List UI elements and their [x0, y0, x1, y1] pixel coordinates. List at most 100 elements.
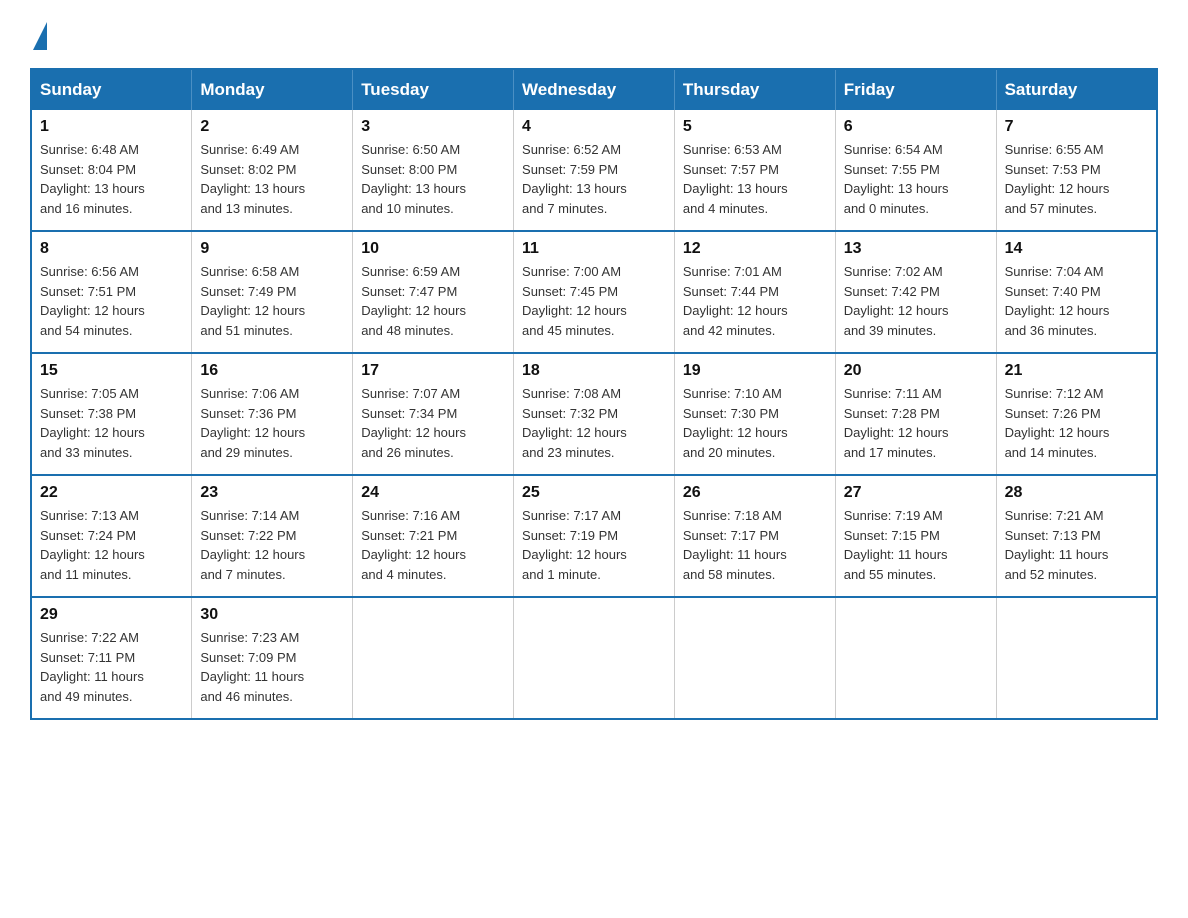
day-info: Sunrise: 7:00 AMSunset: 7:45 PMDaylight:… — [522, 262, 666, 340]
day-info: Sunrise: 7:07 AMSunset: 7:34 PMDaylight:… — [361, 384, 505, 462]
day-number: 15 — [40, 362, 183, 380]
calendar-cell: 27 Sunrise: 7:19 AMSunset: 7:15 PMDaylig… — [835, 475, 996, 597]
day-number: 10 — [361, 240, 505, 258]
calendar-cell: 24 Sunrise: 7:16 AMSunset: 7:21 PMDaylig… — [353, 475, 514, 597]
day-number: 27 — [844, 484, 988, 502]
day-info: Sunrise: 6:53 AMSunset: 7:57 PMDaylight:… — [683, 140, 827, 218]
calendar-cell: 13 Sunrise: 7:02 AMSunset: 7:42 PMDaylig… — [835, 231, 996, 353]
day-info: Sunrise: 6:58 AMSunset: 7:49 PMDaylight:… — [200, 262, 344, 340]
day-number: 14 — [1005, 240, 1148, 258]
calendar-cell: 3 Sunrise: 6:50 AMSunset: 8:00 PMDayligh… — [353, 110, 514, 231]
day-info: Sunrise: 7:14 AMSunset: 7:22 PMDaylight:… — [200, 506, 344, 584]
day-info: Sunrise: 7:13 AMSunset: 7:24 PMDaylight:… — [40, 506, 183, 584]
day-number: 2 — [200, 118, 344, 136]
day-info: Sunrise: 7:01 AMSunset: 7:44 PMDaylight:… — [683, 262, 827, 340]
calendar-cell: 20 Sunrise: 7:11 AMSunset: 7:28 PMDaylig… — [835, 353, 996, 475]
calendar-cell: 10 Sunrise: 6:59 AMSunset: 7:47 PMDaylig… — [353, 231, 514, 353]
day-number: 20 — [844, 362, 988, 380]
calendar-cell — [835, 597, 996, 719]
day-number: 29 — [40, 606, 183, 624]
day-info: Sunrise: 6:54 AMSunset: 7:55 PMDaylight:… — [844, 140, 988, 218]
day-of-week-header: Saturday — [996, 69, 1157, 110]
day-info: Sunrise: 7:22 AMSunset: 7:11 PMDaylight:… — [40, 628, 183, 706]
calendar-cell: 25 Sunrise: 7:17 AMSunset: 7:19 PMDaylig… — [514, 475, 675, 597]
calendar-cell: 19 Sunrise: 7:10 AMSunset: 7:30 PMDaylig… — [674, 353, 835, 475]
calendar-week-row: 22 Sunrise: 7:13 AMSunset: 7:24 PMDaylig… — [31, 475, 1157, 597]
day-info: Sunrise: 7:12 AMSunset: 7:26 PMDaylight:… — [1005, 384, 1148, 462]
calendar-cell: 26 Sunrise: 7:18 AMSunset: 7:17 PMDaylig… — [674, 475, 835, 597]
day-number: 8 — [40, 240, 183, 258]
calendar-cell: 9 Sunrise: 6:58 AMSunset: 7:49 PMDayligh… — [192, 231, 353, 353]
day-number: 16 — [200, 362, 344, 380]
day-number: 5 — [683, 118, 827, 136]
day-number: 25 — [522, 484, 666, 502]
day-number: 17 — [361, 362, 505, 380]
day-of-week-header: Thursday — [674, 69, 835, 110]
calendar-cell: 22 Sunrise: 7:13 AMSunset: 7:24 PMDaylig… — [31, 475, 192, 597]
day-info: Sunrise: 6:50 AMSunset: 8:00 PMDaylight:… — [361, 140, 505, 218]
day-info: Sunrise: 7:19 AMSunset: 7:15 PMDaylight:… — [844, 506, 988, 584]
day-of-week-header: Wednesday — [514, 69, 675, 110]
day-info: Sunrise: 7:23 AMSunset: 7:09 PMDaylight:… — [200, 628, 344, 706]
day-number: 9 — [200, 240, 344, 258]
calendar-week-row: 15 Sunrise: 7:05 AMSunset: 7:38 PMDaylig… — [31, 353, 1157, 475]
day-number: 4 — [522, 118, 666, 136]
calendar-cell: 7 Sunrise: 6:55 AMSunset: 7:53 PMDayligh… — [996, 110, 1157, 231]
logo — [30, 20, 47, 50]
day-info: Sunrise: 6:52 AMSunset: 7:59 PMDaylight:… — [522, 140, 666, 218]
calendar-cell — [674, 597, 835, 719]
calendar-cell: 30 Sunrise: 7:23 AMSunset: 7:09 PMDaylig… — [192, 597, 353, 719]
calendar-cell: 12 Sunrise: 7:01 AMSunset: 7:44 PMDaylig… — [674, 231, 835, 353]
day-info: Sunrise: 7:05 AMSunset: 7:38 PMDaylight:… — [40, 384, 183, 462]
calendar-week-row: 29 Sunrise: 7:22 AMSunset: 7:11 PMDaylig… — [31, 597, 1157, 719]
calendar-cell — [353, 597, 514, 719]
calendar-cell: 8 Sunrise: 6:56 AMSunset: 7:51 PMDayligh… — [31, 231, 192, 353]
day-info: Sunrise: 7:18 AMSunset: 7:17 PMDaylight:… — [683, 506, 827, 584]
day-number: 13 — [844, 240, 988, 258]
day-info: Sunrise: 6:55 AMSunset: 7:53 PMDaylight:… — [1005, 140, 1148, 218]
day-number: 12 — [683, 240, 827, 258]
day-number: 7 — [1005, 118, 1148, 136]
page-header — [30, 20, 1158, 50]
day-info: Sunrise: 7:10 AMSunset: 7:30 PMDaylight:… — [683, 384, 827, 462]
day-info: Sunrise: 7:16 AMSunset: 7:21 PMDaylight:… — [361, 506, 505, 584]
calendar-cell: 23 Sunrise: 7:14 AMSunset: 7:22 PMDaylig… — [192, 475, 353, 597]
calendar-cell: 17 Sunrise: 7:07 AMSunset: 7:34 PMDaylig… — [353, 353, 514, 475]
calendar-cell: 5 Sunrise: 6:53 AMSunset: 7:57 PMDayligh… — [674, 110, 835, 231]
calendar-cell: 21 Sunrise: 7:12 AMSunset: 7:26 PMDaylig… — [996, 353, 1157, 475]
calendar-cell: 14 Sunrise: 7:04 AMSunset: 7:40 PMDaylig… — [996, 231, 1157, 353]
calendar-cell: 1 Sunrise: 6:48 AMSunset: 8:04 PMDayligh… — [31, 110, 192, 231]
calendar-week-row: 1 Sunrise: 6:48 AMSunset: 8:04 PMDayligh… — [31, 110, 1157, 231]
day-info: Sunrise: 6:48 AMSunset: 8:04 PMDaylight:… — [40, 140, 183, 218]
calendar-cell — [514, 597, 675, 719]
calendar-cell: 2 Sunrise: 6:49 AMSunset: 8:02 PMDayligh… — [192, 110, 353, 231]
day-info: Sunrise: 7:06 AMSunset: 7:36 PMDaylight:… — [200, 384, 344, 462]
day-number: 23 — [200, 484, 344, 502]
day-of-week-header: Sunday — [31, 69, 192, 110]
day-number: 6 — [844, 118, 988, 136]
calendar-cell: 11 Sunrise: 7:00 AMSunset: 7:45 PMDaylig… — [514, 231, 675, 353]
day-number: 19 — [683, 362, 827, 380]
day-number: 11 — [522, 240, 666, 258]
calendar-header-row: SundayMondayTuesdayWednesdayThursdayFrid… — [31, 69, 1157, 110]
day-info: Sunrise: 6:49 AMSunset: 8:02 PMDaylight:… — [200, 140, 344, 218]
day-info: Sunrise: 7:08 AMSunset: 7:32 PMDaylight:… — [522, 384, 666, 462]
day-number: 1 — [40, 118, 183, 136]
day-of-week-header: Monday — [192, 69, 353, 110]
day-info: Sunrise: 7:21 AMSunset: 7:13 PMDaylight:… — [1005, 506, 1148, 584]
day-number: 28 — [1005, 484, 1148, 502]
day-info: Sunrise: 7:04 AMSunset: 7:40 PMDaylight:… — [1005, 262, 1148, 340]
calendar-week-row: 8 Sunrise: 6:56 AMSunset: 7:51 PMDayligh… — [31, 231, 1157, 353]
day-of-week-header: Tuesday — [353, 69, 514, 110]
calendar-cell: 6 Sunrise: 6:54 AMSunset: 7:55 PMDayligh… — [835, 110, 996, 231]
day-number: 30 — [200, 606, 344, 624]
day-number: 22 — [40, 484, 183, 502]
day-info: Sunrise: 7:17 AMSunset: 7:19 PMDaylight:… — [522, 506, 666, 584]
day-info: Sunrise: 7:02 AMSunset: 7:42 PMDaylight:… — [844, 262, 988, 340]
calendar-cell: 29 Sunrise: 7:22 AMSunset: 7:11 PMDaylig… — [31, 597, 192, 719]
calendar-cell: 16 Sunrise: 7:06 AMSunset: 7:36 PMDaylig… — [192, 353, 353, 475]
calendar-cell: 18 Sunrise: 7:08 AMSunset: 7:32 PMDaylig… — [514, 353, 675, 475]
day-number: 21 — [1005, 362, 1148, 380]
calendar-cell: 4 Sunrise: 6:52 AMSunset: 7:59 PMDayligh… — [514, 110, 675, 231]
day-number: 24 — [361, 484, 505, 502]
